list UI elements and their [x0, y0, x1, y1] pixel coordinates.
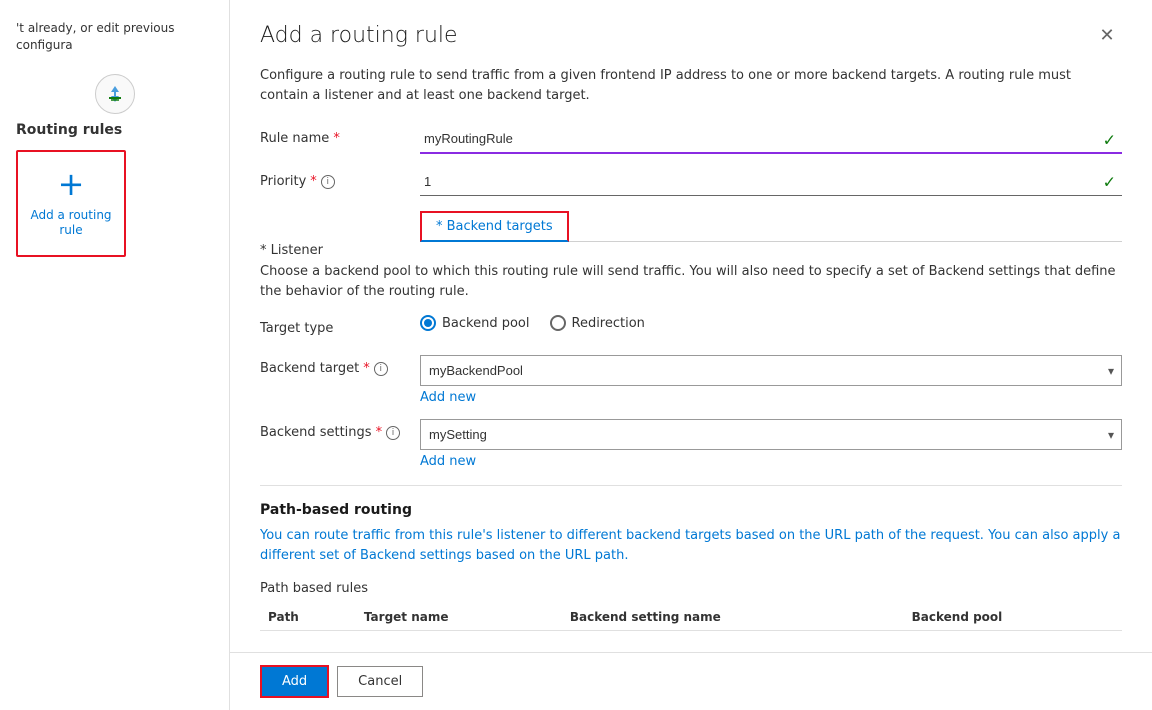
th-backend-pool: Backend pool — [904, 604, 1122, 631]
backend-settings-label: Backend settings * i — [260, 419, 420, 440]
dialog-header: Add a routing rule ✕ — [230, 0, 1152, 66]
priority-valid-icon: ✓ — [1103, 173, 1116, 192]
target-type-row: Target type Backend pool Redirection — [260, 315, 1122, 341]
required-star-name: * — [333, 131, 340, 146]
required-star-priority: * — [310, 174, 317, 189]
backend-settings-control: mySetting ▾ Add new — [420, 419, 1122, 469]
rule-name-input-wrapper: ✓ — [420, 125, 1122, 154]
dialog-footer: Add Cancel — [230, 652, 1152, 710]
dialog-close-button[interactable]: ✕ — [1092, 20, 1122, 50]
priority-row: Priority * i ✓ — [260, 168, 1122, 196]
main-panel: Add a routing rule ✕ Configure a routing… — [230, 0, 1152, 710]
add-routing-rule-label: Add a routing rule — [28, 208, 114, 239]
tab-backend-targets[interactable]: * Backend targets — [420, 211, 569, 242]
radio-backend-pool-label: Backend pool — [442, 316, 530, 331]
target-type-label: Target type — [260, 315, 420, 336]
rule-name-input-wrap: ✓ — [420, 125, 1122, 154]
th-backend-setting-name: Backend setting name — [562, 604, 904, 631]
choose-pool-description: Choose a backend pool to which this rout… — [260, 262, 1122, 301]
priority-label: Priority * i — [260, 168, 420, 189]
add-routing-rule-card[interactable]: + Add a routing rule — [16, 150, 126, 257]
dialog-body: Configure a routing rule to send traffic… — [230, 66, 1152, 652]
routing-icon-container — [16, 74, 213, 114]
path-routing-description: You can route traffic from this rule's l… — [260, 526, 1122, 565]
tabs: * Backend targets — [420, 210, 1122, 242]
th-path: Path — [260, 604, 356, 631]
tabs-wrap: * Backend targets — [420, 210, 1122, 258]
add-new-settings-link[interactable]: Add new — [420, 454, 1122, 469]
backend-settings-select[interactable]: mySetting — [420, 419, 1122, 450]
divider — [260, 485, 1122, 486]
rule-name-label: Rule name * — [260, 125, 420, 146]
target-type-control: Backend pool Redirection — [420, 315, 1122, 341]
radio-backend-pool[interactable]: Backend pool — [420, 315, 530, 331]
backend-target-select-wrapper: myBackendPool ▾ — [420, 355, 1122, 386]
listener-prefix-label: * Listener — [260, 237, 420, 258]
path-rules-label: Path based rules — [260, 581, 1122, 596]
routing-svg-icon — [103, 82, 127, 106]
add-button[interactable]: Add — [260, 665, 329, 698]
backend-target-info-icon[interactable]: i — [374, 362, 388, 376]
cancel-button[interactable]: Cancel — [337, 666, 423, 697]
radio-redirection-label: Redirection — [572, 316, 645, 331]
sidebar: 't already, or edit previous configura R… — [0, 0, 230, 710]
priority-input-wrapper: ✓ — [420, 168, 1122, 196]
backend-target-label: Backend target * i — [260, 355, 420, 376]
sidebar-note: 't already, or edit previous configura — [0, 20, 229, 74]
rule-name-input[interactable] — [420, 125, 1122, 154]
priority-input[interactable] — [420, 168, 1122, 196]
required-star-backend: * — [363, 361, 370, 376]
priority-input-wrap: ✓ — [420, 168, 1122, 196]
path-routing-section: Path-based routing You can route traffic… — [260, 502, 1122, 631]
rule-name-valid-icon: ✓ — [1103, 130, 1116, 149]
dialog-title: Add a routing rule — [260, 23, 458, 48]
backend-settings-info-icon[interactable]: i — [386, 426, 400, 440]
radio-group: Backend pool Redirection — [420, 315, 1122, 331]
backend-settings-row: Backend settings * i mySetting ▾ Add new — [260, 419, 1122, 469]
th-target-name: Target name — [356, 604, 562, 631]
plus-icon: + — [58, 168, 85, 200]
priority-info-icon[interactable]: i — [321, 175, 335, 189]
tabs-row: * Listener * Backend targets — [260, 210, 1122, 258]
backend-target-select[interactable]: myBackendPool — [420, 355, 1122, 386]
radio-redirection[interactable]: Redirection — [550, 315, 645, 331]
radio-circle-backend — [420, 315, 436, 331]
dialog-description: Configure a routing rule to send traffic… — [260, 66, 1122, 105]
routing-rules-title: Routing rules — [16, 122, 213, 138]
path-routing-header: Path-based routing — [260, 502, 1122, 518]
backend-target-row: Backend target * i myBackendPool ▾ Add n… — [260, 355, 1122, 405]
backend-target-control: myBackendPool ▾ Add new — [420, 355, 1122, 405]
rule-name-row: Rule name * ✓ — [260, 125, 1122, 154]
routing-rules-section: Routing rules + Add a routing rule — [0, 74, 229, 257]
routing-icon — [95, 74, 135, 114]
required-star-settings: * — [376, 425, 383, 440]
add-new-backend-link[interactable]: Add new — [420, 390, 1122, 405]
add-routing-rule-dialog: Add a routing rule ✕ Configure a routing… — [230, 0, 1152, 710]
radio-circle-redirection — [550, 315, 566, 331]
backend-settings-select-wrapper: mySetting ▾ — [420, 419, 1122, 450]
backend-target-section: Choose a backend pool to which this rout… — [260, 262, 1122, 631]
path-table: Path Target name Backend setting name Ba… — [260, 604, 1122, 631]
path-table-header-row: Path Target name Backend setting name Ba… — [260, 604, 1122, 631]
